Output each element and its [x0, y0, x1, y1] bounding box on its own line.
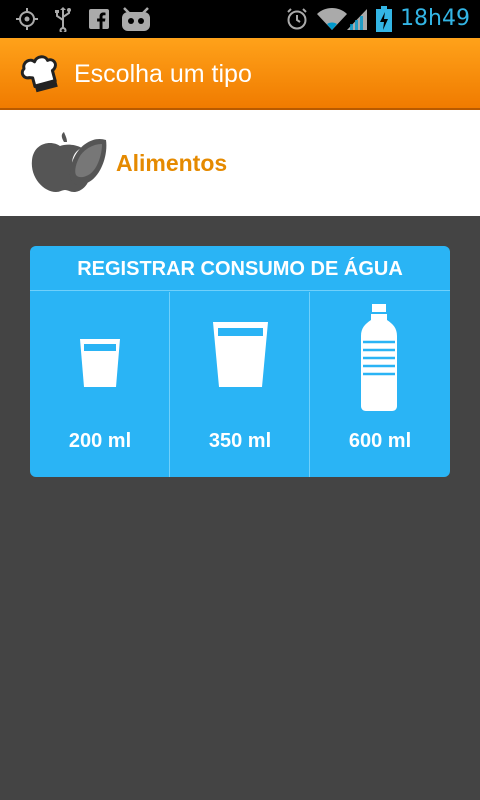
chef-hat-icon[interactable]	[20, 52, 66, 96]
android-icon	[120, 0, 152, 38]
page-title: Escolha um tipo	[74, 60, 252, 88]
water-option-label: 200 ml	[68, 430, 132, 452]
alarm-icon	[284, 0, 310, 38]
wifi-icon	[316, 0, 348, 38]
water-option-label: 350 ml	[208, 430, 272, 452]
apple-icon	[30, 132, 108, 194]
signal-icon	[346, 0, 368, 38]
water-option-label: 600 ml	[348, 430, 412, 452]
facebook-icon	[88, 0, 110, 38]
water-card-title: REGISTRAR CONSUMO DE ÁGUA	[30, 246, 450, 291]
action-bar: Escolha um tipo	[0, 38, 480, 110]
food-type-label: Alimentos	[116, 150, 228, 176]
water-option-600[interactable]: 600 ml	[309, 292, 449, 477]
water-consumption-card: REGISTRAR CONSUMO DE ÁGUA 200 ml 350 ml	[30, 246, 450, 477]
clock-time: 18h49	[400, 6, 470, 31]
food-type-item[interactable]: Alimentos	[0, 110, 480, 216]
small-glass-icon	[30, 292, 170, 412]
bottle-icon	[310, 292, 450, 412]
large-glass-icon	[170, 292, 310, 412]
water-option-200[interactable]: 200 ml	[30, 292, 170, 477]
status-bar: 18h49	[0, 0, 480, 38]
gps-icon	[14, 0, 40, 38]
water-option-350[interactable]: 350 ml	[169, 292, 309, 477]
battery-charging-icon	[374, 0, 394, 38]
usb-icon	[52, 0, 74, 38]
